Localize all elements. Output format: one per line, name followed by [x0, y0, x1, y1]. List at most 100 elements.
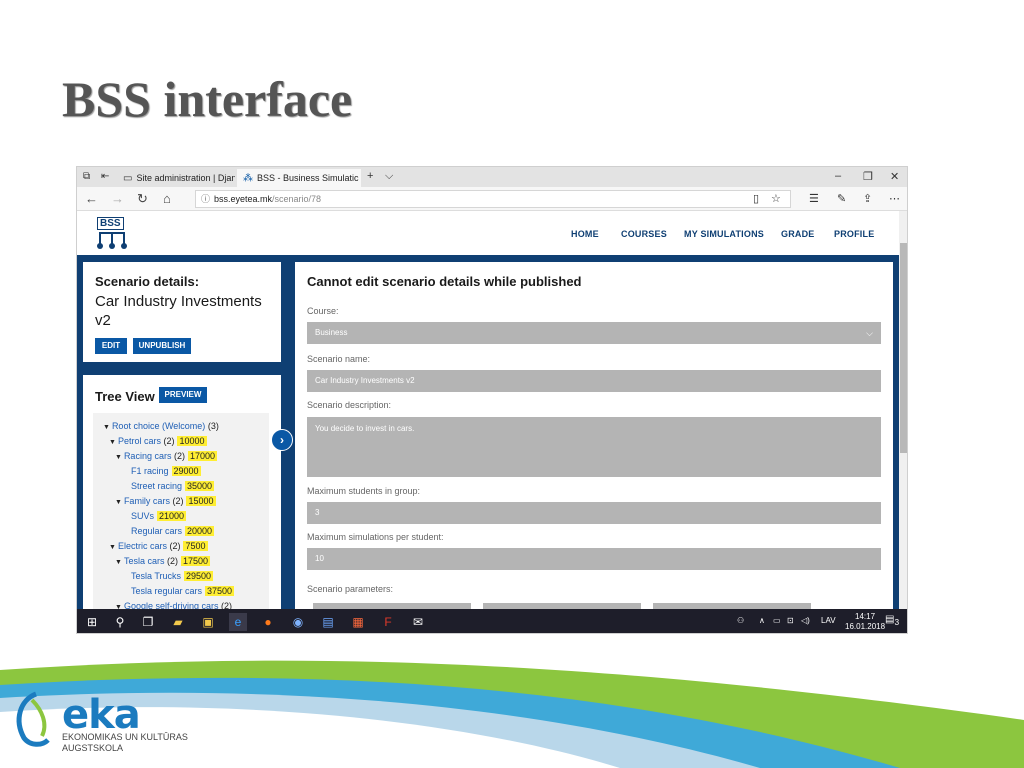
expand-triangle-icon[interactable]: ▼	[115, 559, 122, 566]
scenario-description-textarea[interactable]: You decide to invest in cars.	[307, 417, 881, 477]
tab-django-admin[interactable]: ▭ Site administration | Django	[117, 169, 235, 187]
favorites-hub-icon[interactable]: ☰	[809, 192, 819, 205]
scenario-form-card: Cannot edit scenario details while publi…	[295, 262, 893, 609]
people-icon[interactable]: ⚇	[737, 616, 744, 625]
share-icon[interactable]: ⇪	[863, 192, 872, 205]
store-icon[interactable]: ▣	[199, 613, 217, 631]
slide-title: BSS interface	[62, 71, 353, 127]
institution-line-1: EKONOMIKAS UN KULTŪRAS	[62, 732, 188, 742]
file-explorer-icon[interactable]: ▰	[169, 613, 187, 631]
volume-icon[interactable]: ◁)	[801, 616, 810, 625]
nav-grade[interactable]: GRADE	[781, 229, 815, 239]
tree-node-racing[interactable]: ▼ Racing cars (2) 17000	[115, 451, 218, 461]
tab-actions-icon[interactable]: ⧉	[83, 171, 90, 182]
favorite-star-icon[interactable]: ☆	[771, 192, 781, 205]
page-icon: ▭	[123, 172, 133, 184]
tab-bar: ⧉ ⇤ ▭ Site administration | Django ⁂ BSS…	[77, 167, 907, 187]
tree-node-electric[interactable]: ▼ Electric cars (2) 7500	[109, 541, 208, 551]
search-icon[interactable]: ⚲	[111, 613, 129, 631]
scenario-name: Car Industry Investments v2	[95, 293, 262, 329]
nav-my-simulations[interactable]: MY SIMULATIONS	[684, 229, 764, 239]
clock-date: 16.01.2018	[845, 622, 886, 631]
address-bar: ← → ↻ ⌂ ⓘ bss.eyetea.mk/scenario/78 ▯ ☆ …	[77, 187, 907, 211]
nav-profile[interactable]: PROFILE	[834, 229, 874, 239]
home-icon[interactable]: ⌂	[163, 191, 171, 206]
language-indicator[interactable]: LAV	[821, 616, 836, 625]
firefox-icon[interactable]: ●	[259, 613, 277, 631]
page-scrollbar[interactable]	[899, 211, 907, 609]
windows-start-icon[interactable]: ⊞	[83, 613, 101, 631]
edge-browser-icon[interactable]: e	[229, 613, 247, 631]
tab-label: Site administration | Django	[136, 173, 235, 183]
app-icon[interactable]: ◉	[289, 613, 307, 631]
max-group-input[interactable]: 3	[307, 502, 881, 524]
tree: ▼ Root choice (Welcome) (3) ▼ Petrol cars …	[93, 413, 269, 609]
word-icon[interactable]: ▤	[319, 613, 337, 631]
tray-up-icon[interactable]: ∧	[759, 616, 765, 625]
bss-logo[interactable]: BSS	[95, 217, 129, 251]
preview-button[interactable]: PREVIEW	[159, 387, 207, 403]
unpublish-button[interactable]: UNPUBLISH	[133, 338, 191, 354]
windows-taskbar: ⊞ ⚲ ❐ ▰ ▣ e ● ◉ ▤ ▦ F ✉ ⚇ ∧ ▭ ⊡ ◁) LAV 1…	[77, 609, 907, 633]
browser-screenshot: ⧉ ⇤ ▭ Site administration | Django ⁂ BSS…	[76, 166, 908, 634]
logo-text: BSS	[97, 217, 124, 230]
more-icon[interactable]: ⋯	[889, 192, 900, 205]
reading-view-icon[interactable]: ▯	[753, 192, 759, 205]
course-select[interactable]: Business ⌵	[307, 322, 881, 344]
tree-node-tesla-trucks[interactable]: Tesla Trucks 29500	[131, 571, 214, 581]
expand-triangle-icon[interactable]: ▼	[115, 454, 122, 461]
battery-icon[interactable]: ▭	[773, 616, 781, 625]
action-center-icon[interactable]: ▤3	[885, 614, 899, 627]
tree-node-suvs[interactable]: SUVs 21000	[131, 511, 187, 521]
powerpoint-icon[interactable]: ▦	[349, 613, 367, 631]
tree-node-google[interactable]: ▼ Google self-driving cars (2)	[115, 601, 232, 609]
bss-favicon-icon: ⁂	[243, 172, 253, 184]
eka-logo-icon	[16, 691, 50, 747]
tab-list-icon[interactable]: ⌵	[385, 170, 393, 183]
tree-node-tesla[interactable]: ▼ Tesla cars (2) 17500	[115, 556, 210, 566]
tree-node-petrol[interactable]: ▼ Petrol cars (2) 10000	[109, 436, 207, 446]
max-simulations-input[interactable]: 10	[307, 548, 881, 570]
tree-node-regular[interactable]: Regular cars 20000	[131, 526, 215, 536]
refresh-icon[interactable]: ↻	[137, 191, 148, 207]
expand-triangle-icon[interactable]: ▼	[115, 499, 122, 506]
scrollbar-thumb[interactable]	[900, 243, 907, 453]
forward-icon[interactable]: →	[111, 191, 124, 206]
back-icon[interactable]: ←	[85, 191, 98, 206]
minimize-icon[interactable]: –	[835, 170, 841, 182]
notes-pen-icon[interactable]: ✎	[837, 192, 846, 205]
restore-icon[interactable]: ❐	[863, 170, 873, 183]
new-tab-icon[interactable]: +	[367, 170, 373, 182]
scenario-name-input[interactable]: Car Industry Investments v2	[307, 370, 881, 392]
info-icon[interactable]: ⓘ	[201, 191, 210, 207]
nav-home[interactable]: HOME	[571, 229, 599, 239]
url-host: bss.eyetea.mk	[214, 194, 273, 204]
close-icon[interactable]: ✕	[890, 170, 899, 183]
set-aside-tabs-icon[interactable]: ⇤	[101, 171, 109, 182]
tree-node-tesla-regular[interactable]: Tesla regular cars 37500	[131, 586, 235, 596]
tree-node-family[interactable]: ▼ Family cars (2) 15000	[115, 496, 216, 506]
expand-triangle-icon[interactable]: ▼	[109, 439, 116, 446]
scenario-name-label: Scenario name:	[307, 354, 371, 364]
tree-node-root[interactable]: ▼ Root choice (Welcome) (3)	[103, 421, 219, 431]
slide: BSS interface ⧉ ⇤ ▭ Site administration …	[0, 0, 1024, 768]
url-input[interactable]: ⓘ bss.eyetea.mk/scenario/78	[195, 190, 791, 208]
institution-line-2: AUGSTSKOLA	[62, 743, 124, 753]
tree-node-street[interactable]: Street racing 35000	[131, 481, 215, 491]
expand-panel-chevron-icon[interactable]: ›	[271, 429, 293, 451]
network-icon[interactable]: ⊡	[787, 616, 794, 625]
tab-bss[interactable]: ⁂ BSS - Business Simulatic ✕	[237, 169, 361, 187]
expand-triangle-icon[interactable]: ▼	[103, 424, 110, 431]
nav-courses[interactable]: COURSES	[621, 229, 667, 239]
course-label: Course:	[307, 306, 339, 316]
filezilla-icon[interactable]: F	[379, 613, 397, 631]
content-area: Scenario details: Car Industry Investmen…	[77, 257, 899, 609]
scenario-description-label: Scenario description:	[307, 400, 392, 410]
clock[interactable]: 14:17 16.01.2018	[845, 612, 885, 632]
tree-node-f1[interactable]: F1 racing 29000	[131, 466, 201, 476]
form-heading: Cannot edit scenario details while publi…	[307, 274, 582, 289]
expand-triangle-icon[interactable]: ▼	[109, 544, 116, 551]
mail-icon[interactable]: ✉	[409, 613, 427, 631]
task-view-icon[interactable]: ❐	[139, 613, 157, 631]
edit-button[interactable]: EDIT	[95, 338, 127, 354]
